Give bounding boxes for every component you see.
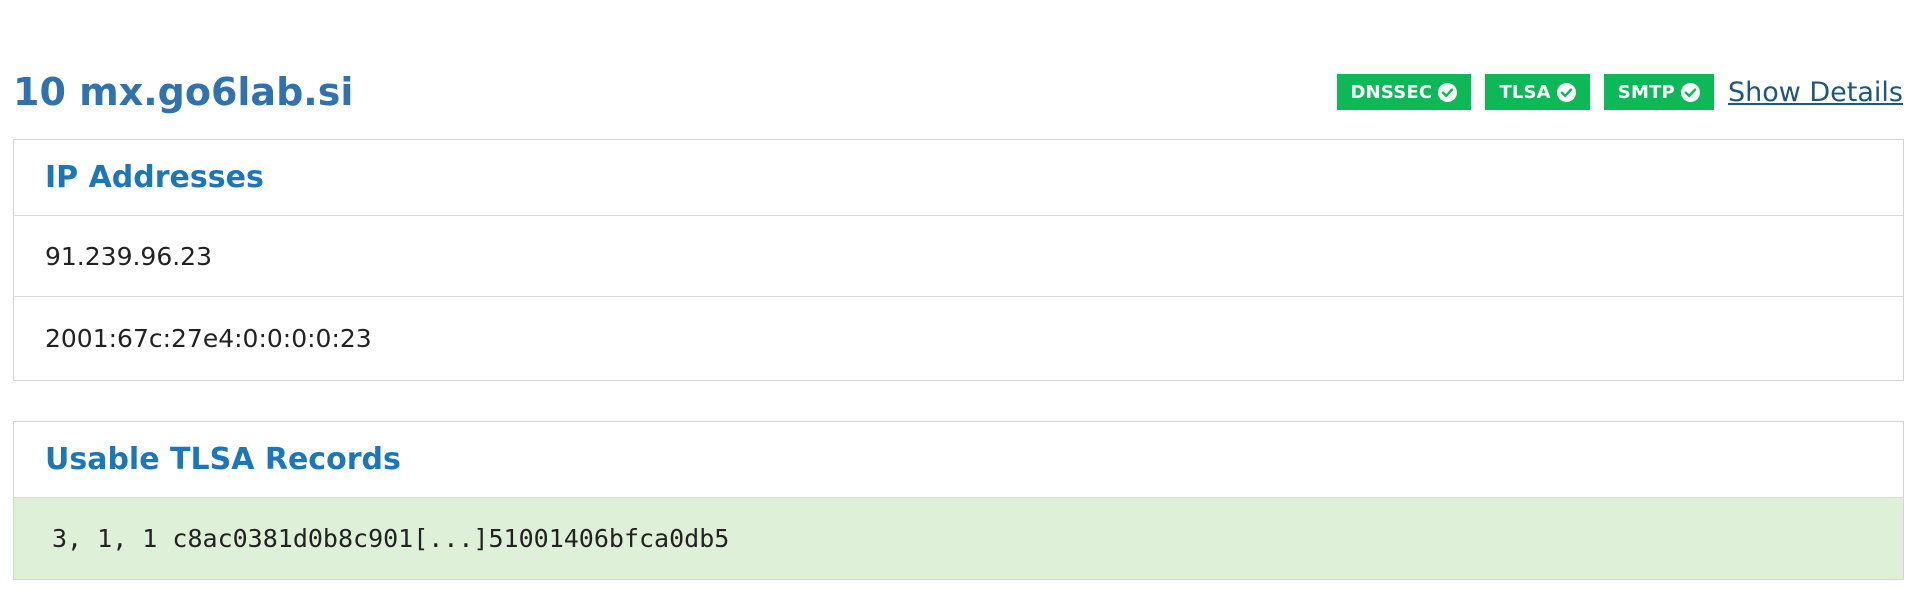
- mx-title: 10 mx.go6lab.si: [13, 70, 354, 114]
- check-circle-icon: [1438, 82, 1458, 102]
- ip-address-row: 2001:67c:27e4:0:0:0:0:23: [45, 323, 372, 353]
- tlsa-records-heading: Usable TLSA Records: [14, 422, 1903, 498]
- header-actions: DNSSEC TLSA SMTP Show Details: [1336, 72, 1903, 112]
- check-circle-icon: [1680, 82, 1700, 102]
- badge-label: TLSA: [1499, 81, 1551, 103]
- ip-addresses-panel: IP Addresses 91.239.96.23 2001:67c:27e4:…: [13, 139, 1904, 381]
- ip-addresses-heading: IP Addresses: [14, 140, 1903, 216]
- tlsa-record-row: 3, 1, 1 c8ac0381d0b8c901[...]51001406bfc…: [14, 498, 1903, 579]
- badge-label: SMTP: [1617, 81, 1675, 103]
- mx-header: 10 mx.go6lab.si DNSSEC TLSA SMTP Show De…: [13, 64, 1903, 120]
- smtp-badge: SMTP: [1603, 74, 1714, 110]
- badge-label: DNSSEC: [1350, 81, 1433, 103]
- tlsa-records-panel: Usable TLSA Records 3, 1, 1 c8ac0381d0b8…: [13, 421, 1904, 580]
- show-details-link[interactable]: Show Details: [1728, 77, 1903, 108]
- check-circle-icon: [1556, 82, 1576, 102]
- tlsa-badge: TLSA: [1485, 74, 1590, 110]
- dnssec-badge: DNSSEC: [1336, 74, 1472, 110]
- ip-address-row: 91.239.96.23: [14, 216, 1903, 297]
